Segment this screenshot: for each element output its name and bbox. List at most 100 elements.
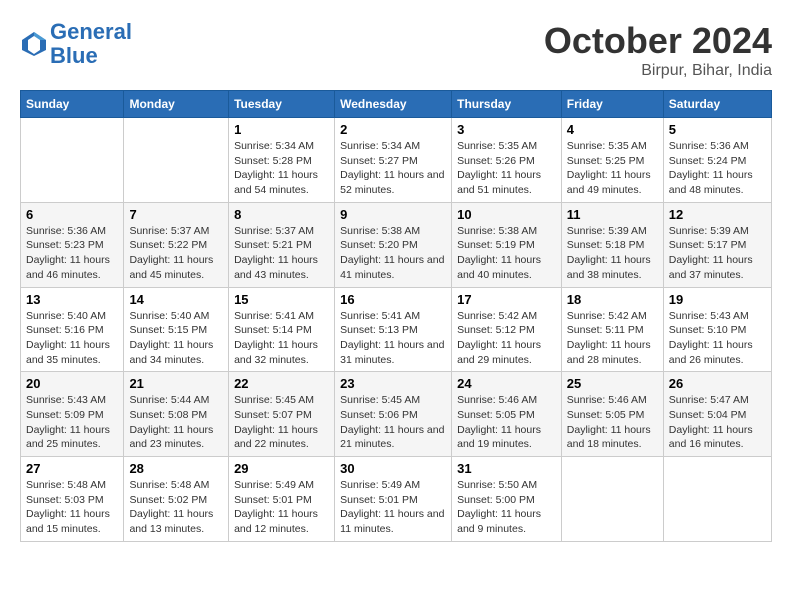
logo-text: General Blue bbox=[50, 20, 132, 68]
day-number: 9 bbox=[340, 207, 446, 222]
day-info: Sunrise: 5:40 AMSunset: 5:16 PMDaylight:… bbox=[26, 309, 118, 368]
day-info: Sunrise: 5:49 AMSunset: 5:01 PMDaylight:… bbox=[234, 478, 329, 537]
day-info: Sunrise: 5:40 AMSunset: 5:15 PMDaylight:… bbox=[129, 309, 223, 368]
day-cell: 19 Sunrise: 5:43 AMSunset: 5:10 PMDayligh… bbox=[663, 287, 771, 372]
day-number: 19 bbox=[669, 292, 766, 307]
day-info: Sunrise: 5:48 AMSunset: 5:03 PMDaylight:… bbox=[26, 478, 118, 537]
day-cell: 20 Sunrise: 5:43 AMSunset: 5:09 PMDayligh… bbox=[21, 372, 124, 457]
day-cell: 22 Sunrise: 5:45 AMSunset: 5:07 PMDayligh… bbox=[229, 372, 335, 457]
page-header: General Blue October 2024 Birpur, Bihar,… bbox=[20, 20, 772, 80]
day-number: 29 bbox=[234, 461, 329, 476]
calendar-table: SundayMondayTuesdayWednesdayThursdayFrid… bbox=[20, 90, 772, 542]
day-info: Sunrise: 5:46 AMSunset: 5:05 PMDaylight:… bbox=[457, 393, 556, 452]
day-number: 22 bbox=[234, 376, 329, 391]
header-thursday: Thursday bbox=[452, 91, 562, 118]
week-row-1: 1 Sunrise: 5:34 AMSunset: 5:28 PMDaylight… bbox=[21, 118, 772, 203]
week-row-2: 6Sunrise: 5:36 AMSunset: 5:23 PMDaylight… bbox=[21, 202, 772, 287]
day-number: 27 bbox=[26, 461, 118, 476]
day-info: Sunrise: 5:42 AMSunset: 5:12 PMDaylight:… bbox=[457, 309, 556, 368]
day-cell: 26Sunrise: 5:47 AMSunset: 5:04 PMDayligh… bbox=[663, 372, 771, 457]
header-wednesday: Wednesday bbox=[335, 91, 452, 118]
day-number: 21 bbox=[129, 376, 223, 391]
day-number: 20 bbox=[26, 376, 118, 391]
day-number: 11 bbox=[567, 207, 658, 222]
day-cell: 15 Sunrise: 5:41 AMSunset: 5:14 PMDayligh… bbox=[229, 287, 335, 372]
logo: General Blue bbox=[20, 20, 132, 68]
day-info: Sunrise: 5:38 AMSunset: 5:19 PMDaylight:… bbox=[457, 224, 556, 283]
location-subtitle: Birpur, Bihar, India bbox=[544, 62, 772, 80]
day-info: Sunrise: 5:49 AMSunset: 5:01 PMDaylight:… bbox=[340, 478, 446, 537]
day-cell: 27 Sunrise: 5:48 AMSunset: 5:03 PMDayligh… bbox=[21, 457, 124, 542]
week-row-3: 13 Sunrise: 5:40 AMSunset: 5:16 PMDayligh… bbox=[21, 287, 772, 372]
day-info: Sunrise: 5:45 AMSunset: 5:06 PMDaylight:… bbox=[340, 393, 446, 452]
day-number: 18 bbox=[567, 292, 658, 307]
day-number: 6 bbox=[26, 207, 118, 222]
day-cell: 9 Sunrise: 5:38 AMSunset: 5:20 PMDaylight… bbox=[335, 202, 452, 287]
day-info: Sunrise: 5:45 AMSunset: 5:07 PMDaylight:… bbox=[234, 393, 329, 452]
week-row-5: 27 Sunrise: 5:48 AMSunset: 5:03 PMDayligh… bbox=[21, 457, 772, 542]
day-cell bbox=[663, 457, 771, 542]
day-cell: 12Sunrise: 5:39 AMSunset: 5:17 PMDayligh… bbox=[663, 202, 771, 287]
day-number: 4 bbox=[567, 122, 658, 137]
day-info: Sunrise: 5:37 AMSunset: 5:22 PMDaylight:… bbox=[129, 224, 223, 283]
day-number: 15 bbox=[234, 292, 329, 307]
day-info: Sunrise: 5:41 AMSunset: 5:14 PMDaylight:… bbox=[234, 309, 329, 368]
day-cell: 21 Sunrise: 5:44 AMSunset: 5:08 PMDayligh… bbox=[124, 372, 229, 457]
header-row: SundayMondayTuesdayWednesdayThursdayFrid… bbox=[21, 91, 772, 118]
day-cell: 1 Sunrise: 5:34 AMSunset: 5:28 PMDaylight… bbox=[229, 118, 335, 203]
day-number: 10 bbox=[457, 207, 556, 222]
day-cell: 2Sunrise: 5:34 AMSunset: 5:27 PMDaylight… bbox=[335, 118, 452, 203]
day-info: Sunrise: 5:37 AMSunset: 5:21 PMDaylight:… bbox=[234, 224, 329, 283]
month-title: October 2024 bbox=[544, 20, 772, 62]
day-number: 7 bbox=[129, 207, 223, 222]
day-cell: 16 Sunrise: 5:41 AMSunset: 5:13 PMDayligh… bbox=[335, 287, 452, 372]
day-cell: 23 Sunrise: 5:45 AMSunset: 5:06 PMDayligh… bbox=[335, 372, 452, 457]
day-cell bbox=[561, 457, 663, 542]
day-cell: 11Sunrise: 5:39 AMSunset: 5:18 PMDayligh… bbox=[561, 202, 663, 287]
day-cell: 30 Sunrise: 5:49 AMSunset: 5:01 PMDayligh… bbox=[335, 457, 452, 542]
day-number: 1 bbox=[234, 122, 329, 137]
day-cell: 10 Sunrise: 5:38 AMSunset: 5:19 PMDayligh… bbox=[452, 202, 562, 287]
header-sunday: Sunday bbox=[21, 91, 124, 118]
day-cell: 5 Sunrise: 5:36 AMSunset: 5:24 PMDaylight… bbox=[663, 118, 771, 203]
day-cell bbox=[21, 118, 124, 203]
day-number: 24 bbox=[457, 376, 556, 391]
day-info: Sunrise: 5:36 AMSunset: 5:24 PMDaylight:… bbox=[669, 139, 766, 198]
day-number: 2 bbox=[340, 122, 446, 137]
day-number: 8 bbox=[234, 207, 329, 222]
logo-line1: General bbox=[50, 19, 132, 44]
day-cell: 7 Sunrise: 5:37 AMSunset: 5:22 PMDaylight… bbox=[124, 202, 229, 287]
day-info: Sunrise: 5:46 AMSunset: 5:05 PMDaylight:… bbox=[567, 393, 658, 452]
day-number: 3 bbox=[457, 122, 556, 137]
day-cell: 29 Sunrise: 5:49 AMSunset: 5:01 PMDayligh… bbox=[229, 457, 335, 542]
header-monday: Monday bbox=[124, 91, 229, 118]
day-info: Sunrise: 5:43 AMSunset: 5:09 PMDaylight:… bbox=[26, 393, 118, 452]
day-info: Sunrise: 5:44 AMSunset: 5:08 PMDaylight:… bbox=[129, 393, 223, 452]
day-cell: 3 Sunrise: 5:35 AMSunset: 5:26 PMDaylight… bbox=[452, 118, 562, 203]
title-area: October 2024 Birpur, Bihar, India bbox=[544, 20, 772, 80]
day-cell: 17Sunrise: 5:42 AMSunset: 5:12 PMDayligh… bbox=[452, 287, 562, 372]
day-number: 13 bbox=[26, 292, 118, 307]
day-cell: 31 Sunrise: 5:50 AMSunset: 5:00 PMDayligh… bbox=[452, 457, 562, 542]
day-info: Sunrise: 5:35 AMSunset: 5:26 PMDaylight:… bbox=[457, 139, 556, 198]
day-info: Sunrise: 5:43 AMSunset: 5:10 PMDaylight:… bbox=[669, 309, 766, 368]
day-number: 30 bbox=[340, 461, 446, 476]
day-cell: 8 Sunrise: 5:37 AMSunset: 5:21 PMDaylight… bbox=[229, 202, 335, 287]
day-cell: 18Sunrise: 5:42 AMSunset: 5:11 PMDayligh… bbox=[561, 287, 663, 372]
day-cell: 25 Sunrise: 5:46 AMSunset: 5:05 PMDayligh… bbox=[561, 372, 663, 457]
logo-line2: Blue bbox=[50, 43, 98, 68]
day-info: Sunrise: 5:38 AMSunset: 5:20 PMDaylight:… bbox=[340, 224, 446, 283]
day-info: Sunrise: 5:50 AMSunset: 5:00 PMDaylight:… bbox=[457, 478, 556, 537]
day-number: 31 bbox=[457, 461, 556, 476]
week-row-4: 20 Sunrise: 5:43 AMSunset: 5:09 PMDayligh… bbox=[21, 372, 772, 457]
header-friday: Friday bbox=[561, 91, 663, 118]
day-info: Sunrise: 5:34 AMSunset: 5:28 PMDaylight:… bbox=[234, 139, 329, 198]
day-number: 25 bbox=[567, 376, 658, 391]
day-number: 5 bbox=[669, 122, 766, 137]
day-number: 26 bbox=[669, 376, 766, 391]
day-number: 16 bbox=[340, 292, 446, 307]
day-info: Sunrise: 5:41 AMSunset: 5:13 PMDaylight:… bbox=[340, 309, 446, 368]
day-number: 23 bbox=[340, 376, 446, 391]
header-saturday: Saturday bbox=[663, 91, 771, 118]
day-number: 14 bbox=[129, 292, 223, 307]
